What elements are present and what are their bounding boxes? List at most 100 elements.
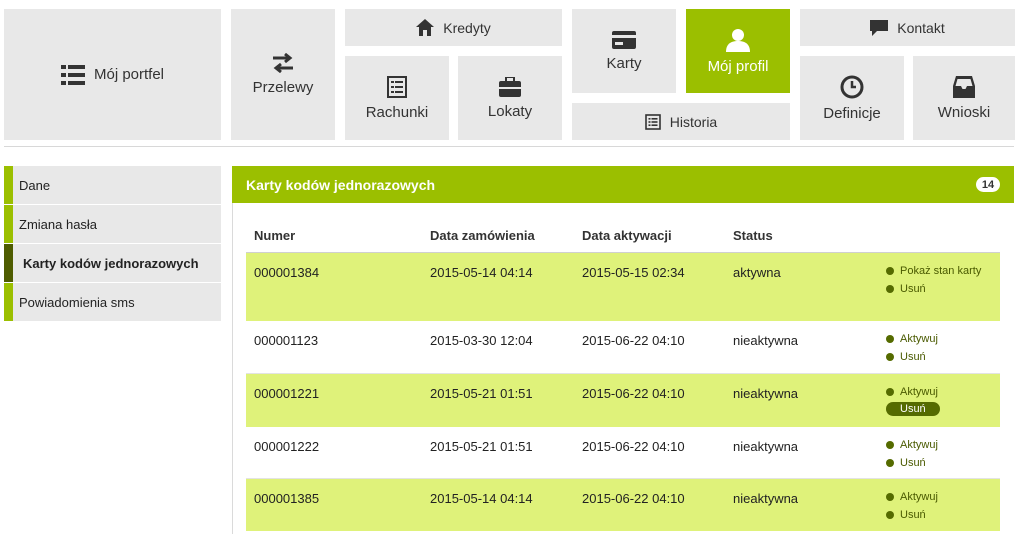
nav-tile-kredyty[interactable]: Kredyty <box>345 9 562 46</box>
delete-link[interactable]: Usuń <box>886 455 990 471</box>
delete-link[interactable]: Usuń <box>886 507 990 523</box>
cell-activation-date: 2015-06-22 04:10 <box>582 386 685 401</box>
table-row: 000001123 2015-03-30 12:04 2015-06-22 04… <box>246 321 1000 374</box>
bullet-icon <box>886 267 894 275</box>
sidebar-item-label: Zmiana hasła <box>19 216 98 232</box>
bullet-icon <box>886 441 894 449</box>
panel-title: Karty kodów jednorazowych <box>246 176 436 193</box>
ledger-icon <box>387 75 407 98</box>
delete-link[interactable]: Usuń <box>886 281 990 297</box>
column-header-data-aktywacji: Data aktywacji <box>582 228 672 243</box>
cell-numer: 000001385 <box>254 491 320 506</box>
bullet-icon <box>886 335 894 343</box>
nav-divider <box>4 146 1014 147</box>
cell-order-date: 2015-03-30 12:04 <box>430 333 533 348</box>
cell-numer: 000001384 <box>254 265 320 280</box>
chat-icon <box>870 19 889 36</box>
row-actions: Aktywuj Usuń <box>886 384 990 418</box>
bullet-icon <box>886 511 894 519</box>
cell-activation-date: 2015-06-22 04:10 <box>582 439 685 454</box>
nav-tile-wnioski[interactable]: Wnioski <box>913 56 1015 140</box>
bullet-icon <box>886 459 894 467</box>
sidebar-item-karty-kodow[interactable]: Karty kodów jednorazowych <box>4 244 221 282</box>
nav-tile-label: Kontakt <box>897 19 945 36</box>
home-icon <box>416 19 435 36</box>
table-row: 000001221 2015-05-21 01:51 2015-06-22 04… <box>246 374 1000 427</box>
nav-tile-przelewy[interactable]: Przelewy <box>231 9 335 140</box>
bullet-icon <box>886 285 894 293</box>
cell-order-date: 2015-05-14 04:14 <box>430 491 533 506</box>
nav-tile-label: Karty <box>606 54 642 72</box>
cell-status: aktywna <box>733 265 781 280</box>
nav-tile-profil[interactable]: Mój profil <box>686 9 790 93</box>
delete-link[interactable]: Usuń <box>886 402 990 416</box>
cell-status: nieaktywna <box>733 491 799 506</box>
activate-link[interactable]: Aktywuj <box>886 489 990 505</box>
sidebar-item-powiadomienia[interactable]: Powiadomienia sms <box>4 283 221 321</box>
nav-tile-rachunki[interactable]: Rachunki <box>345 56 449 140</box>
sidebar-item-dane[interactable]: Dane <box>4 166 221 204</box>
bullet-icon <box>886 353 894 361</box>
sidebar-item-label: Powiadomienia sms <box>19 294 135 310</box>
table-row: 000001222 2015-05-21 01:51 2015-06-22 04… <box>246 427 1000 479</box>
cell-order-date: 2015-05-21 01:51 <box>430 439 533 454</box>
history-icon <box>644 113 661 130</box>
row-actions: Aktywuj Usuń <box>886 437 990 473</box>
table-row: 000001385 2015-05-14 04:14 2015-06-22 04… <box>246 479 1000 531</box>
list-icon <box>60 64 85 85</box>
nav-tile-label: Przelewy <box>252 79 314 96</box>
nav-tile-label: Rachunki <box>365 103 429 121</box>
user-icon <box>726 28 750 52</box>
column-header-numer: Numer <box>254 228 296 243</box>
cell-numer: 000001221 <box>254 386 320 401</box>
activate-link[interactable]: Aktywuj <box>886 384 990 400</box>
row-actions: Aktywuj Usuń <box>886 331 990 367</box>
cell-numer: 000001222 <box>254 439 320 454</box>
cell-order-date: 2015-05-21 01:51 <box>430 386 533 401</box>
clock-icon <box>840 75 864 98</box>
cell-activation-date: 2015-05-15 02:34 <box>582 265 685 280</box>
bullet-icon <box>886 388 894 396</box>
count-badge: 14 <box>976 177 1000 192</box>
activate-link[interactable]: Aktywuj <box>886 437 990 453</box>
nav-tile-label: Wnioski <box>937 103 991 121</box>
panel-border <box>232 203 233 534</box>
cell-status: nieaktywna <box>733 333 799 348</box>
nav-tile-label: Lokaty <box>487 102 533 120</box>
sidebar-item-label: Dane <box>19 177 51 193</box>
nav-tile-label: Definicje <box>823 104 881 122</box>
bullet-icon <box>886 493 894 501</box>
inbox-icon <box>953 75 975 98</box>
cell-order-date: 2015-05-14 04:14 <box>430 265 533 280</box>
table-row: 000001384 2015-05-14 04:14 2015-05-15 02… <box>246 253 1000 321</box>
nav-tile-definicje[interactable]: Definicje <box>800 56 904 140</box>
column-header-status: Status <box>733 228 773 243</box>
nav-tile-label: Kredyty <box>443 19 491 36</box>
activate-link[interactable]: Aktywuj <box>886 331 990 347</box>
nav-tile-label: Mój profil <box>707 57 769 75</box>
nav-tile-label: Mój portfel <box>93 66 165 83</box>
column-header-data-zamowienia: Data zamówienia <box>430 228 535 243</box>
delete-link[interactable]: Usuń <box>886 349 990 365</box>
nav-tile-portfel[interactable]: Mój portfel <box>4 9 221 140</box>
cell-status: nieaktywna <box>733 439 799 454</box>
show-card-state-link[interactable]: Pokaż stan karty <box>886 263 990 279</box>
nav-tile-karty[interactable]: Karty <box>572 9 676 93</box>
nav-tile-kontakt[interactable]: Kontakt <box>800 9 1015 46</box>
cell-status: nieaktywna <box>733 386 799 401</box>
nav-tile-label: Historia <box>669 113 718 130</box>
card-icon <box>612 30 636 49</box>
panel-header: Karty kodów jednorazowych 14 <box>232 166 1014 203</box>
sidebar-item-zmiana-hasla[interactable]: Zmiana hasła <box>4 205 221 243</box>
cell-activation-date: 2015-06-22 04:10 <box>582 333 685 348</box>
nav-tile-historia[interactable]: Historia <box>572 103 790 140</box>
briefcase-icon <box>499 76 521 97</box>
nav-tile-lokaty[interactable]: Lokaty <box>458 56 562 140</box>
transfer-icon <box>273 53 293 73</box>
cell-activation-date: 2015-06-22 04:10 <box>582 491 685 506</box>
sidebar-item-label: Karty kodów jednorazowych <box>23 255 199 271</box>
cell-numer: 000001123 <box>254 333 319 348</box>
delete-pill-button[interactable]: Usuń <box>886 402 940 416</box>
row-actions: Aktywuj Usuń <box>886 489 990 525</box>
row-actions: Pokaż stan karty Usuń <box>886 263 990 299</box>
